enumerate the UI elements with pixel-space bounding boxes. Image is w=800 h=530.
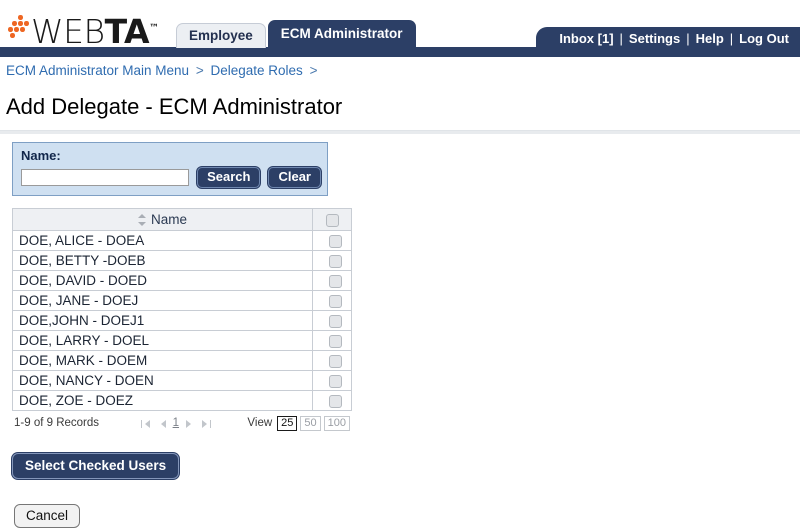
nav-help[interactable]: Help — [695, 31, 725, 46]
pagination-bar: 1-9 of 9 Records 1 View 25 50 100 — [12, 415, 352, 431]
cell-name: DOE, LARRY - DOEL — [12, 330, 313, 351]
row-checkbox[interactable] — [328, 294, 342, 308]
previous-page-icon[interactable] — [157, 419, 166, 428]
search-panel: Name: Search Clear — [12, 142, 328, 196]
nav-separator: | — [686, 30, 690, 46]
table-header-row: Name — [12, 208, 352, 231]
page-navigation: 1 — [140, 417, 248, 429]
search-controls: Search Clear — [21, 167, 321, 188]
logo-text-light: WEB — [31, 12, 105, 51]
cell-name: DOE, JANE - DOEJ — [12, 290, 313, 311]
row-checkbox[interactable] — [328, 254, 342, 268]
table-row: DOE, MARK - DOEM — [12, 350, 352, 371]
cell-name: DOE, DAVID - DOED — [12, 270, 313, 291]
cell-select — [312, 350, 352, 371]
column-header-select — [312, 208, 352, 231]
row-checkbox[interactable] — [328, 274, 342, 288]
row-checkbox[interactable] — [328, 234, 342, 248]
breadcrumb-item-main-menu[interactable]: ECM Administrator Main Menu — [6, 63, 189, 78]
table-row: DOE, ALICE - DOEA — [12, 230, 352, 251]
nav-settings[interactable]: Settings — [628, 31, 681, 46]
cell-name: DOE,JOHN - DOEJ1 — [12, 310, 313, 331]
first-page-icon[interactable] — [140, 419, 150, 428]
logo-trademark: ™ — [149, 23, 160, 34]
cell-name: DOE, NANCY - DOEN — [12, 370, 313, 391]
global-nav: Inbox [1] | Settings | Help | Log Out — [536, 27, 800, 49]
tab-ecm-administrator-label: ECM Administrator — [280, 26, 403, 41]
page-title: Add Delegate - ECM Administrator — [6, 94, 343, 119]
results-table-container: Name DOE, ALICE - DOEA DOE, BETTY -DOEB DO… — [12, 208, 352, 431]
cell-select — [312, 290, 352, 311]
page-size-100[interactable]: 100 — [323, 415, 350, 431]
sort-indicator-icon — [137, 214, 147, 227]
cancel-button[interactable]: Cancel — [14, 504, 81, 528]
cell-name: DOE, ZOE - DOEZ — [12, 390, 313, 411]
column-header-name[interactable]: Name — [12, 208, 313, 231]
select-all-checkbox[interactable] — [325, 213, 339, 227]
row-checkbox[interactable] — [328, 314, 342, 328]
nav-log-out[interactable]: Log Out — [738, 31, 790, 46]
table-row: DOE, LARRY - DOEL — [12, 330, 352, 351]
table-row: DOE, BETTY -DOEB — [12, 250, 352, 271]
table-row: DOE, ZOE - DOEZ — [12, 390, 352, 411]
nav-separator: | — [619, 30, 623, 46]
last-page-icon[interactable] — [202, 419, 212, 428]
logo-text-bold: TA — [104, 12, 150, 51]
primary-tabs: Employee ECM Administrator — [176, 20, 416, 48]
select-checked-users-button[interactable]: Select Checked Users — [12, 453, 180, 479]
page-number-1[interactable]: 1 — [173, 417, 179, 429]
cell-name: DOE, MARK - DOEM — [12, 350, 313, 371]
cell-select — [312, 270, 352, 291]
table-row: DOE, DAVID - DOED — [12, 270, 352, 291]
cell-select — [312, 310, 352, 331]
view-label: View — [247, 417, 273, 429]
next-page-icon[interactable] — [186, 419, 195, 428]
cell-name: DOE, BETTY -DOEB — [12, 250, 313, 271]
clear-button[interactable]: Clear — [268, 167, 321, 188]
cell-select — [312, 390, 352, 411]
table-head: Name — [12, 208, 352, 231]
column-header-name-label: Name — [150, 212, 187, 227]
row-checkbox[interactable] — [328, 334, 342, 348]
breadcrumb-item-delegate-roles[interactable]: Delegate Roles — [210, 63, 302, 78]
tab-ecm-administrator[interactable]: ECM Administrator — [267, 20, 416, 48]
cell-select — [312, 330, 352, 351]
webta-logo: WEBTA™ — [8, 8, 159, 48]
breadcrumb-separator: > — [309, 63, 318, 78]
title-divider — [0, 130, 800, 134]
page-size-25[interactable]: 25 — [277, 415, 298, 431]
cell-select — [312, 250, 352, 271]
cell-select — [312, 230, 352, 251]
page-size-50[interactable]: 50 — [300, 415, 321, 431]
breadcrumb-separator: > — [195, 63, 204, 78]
table-row: DOE, JANE - DOEJ — [12, 290, 352, 311]
nav-inbox[interactable]: Inbox [1] — [558, 31, 614, 46]
row-checkbox[interactable] — [328, 354, 342, 368]
delegate-results-table: Name DOE, ALICE - DOEA DOE, BETTY -DOEB DO… — [12, 208, 352, 411]
search-name-label: Name: — [21, 148, 61, 163]
table-row: DOE,JOHN - DOEJ1 — [12, 310, 352, 331]
record-count-text: 1-9 of 9 Records — [14, 417, 100, 429]
nav-separator: | — [729, 30, 734, 46]
search-button[interactable]: Search — [197, 167, 261, 188]
tab-employee-label: Employee — [189, 28, 253, 43]
table-row: DOE, NANCY - DOEN — [12, 370, 352, 391]
table-body: DOE, ALICE - DOEA DOE, BETTY -DOEB DOE, DA… — [12, 230, 352, 411]
search-name-input[interactable] — [21, 169, 190, 186]
row-checkbox[interactable] — [328, 394, 342, 408]
tab-employee[interactable]: Employee — [176, 23, 266, 48]
app-header: WEBTA™ Employee ECM Administrator Inbox … — [0, 0, 800, 57]
breadcrumb: ECM Administrator Main Menu > Delegate R… — [0, 57, 800, 84]
logo-wordmark: WEBTA™ — [31, 12, 159, 48]
page-size-selector: View 25 50 100 — [247, 415, 352, 431]
cell-select — [312, 370, 352, 391]
cell-name: DOE, ALICE - DOEA — [12, 230, 313, 251]
row-checkbox[interactable] — [328, 374, 342, 388]
